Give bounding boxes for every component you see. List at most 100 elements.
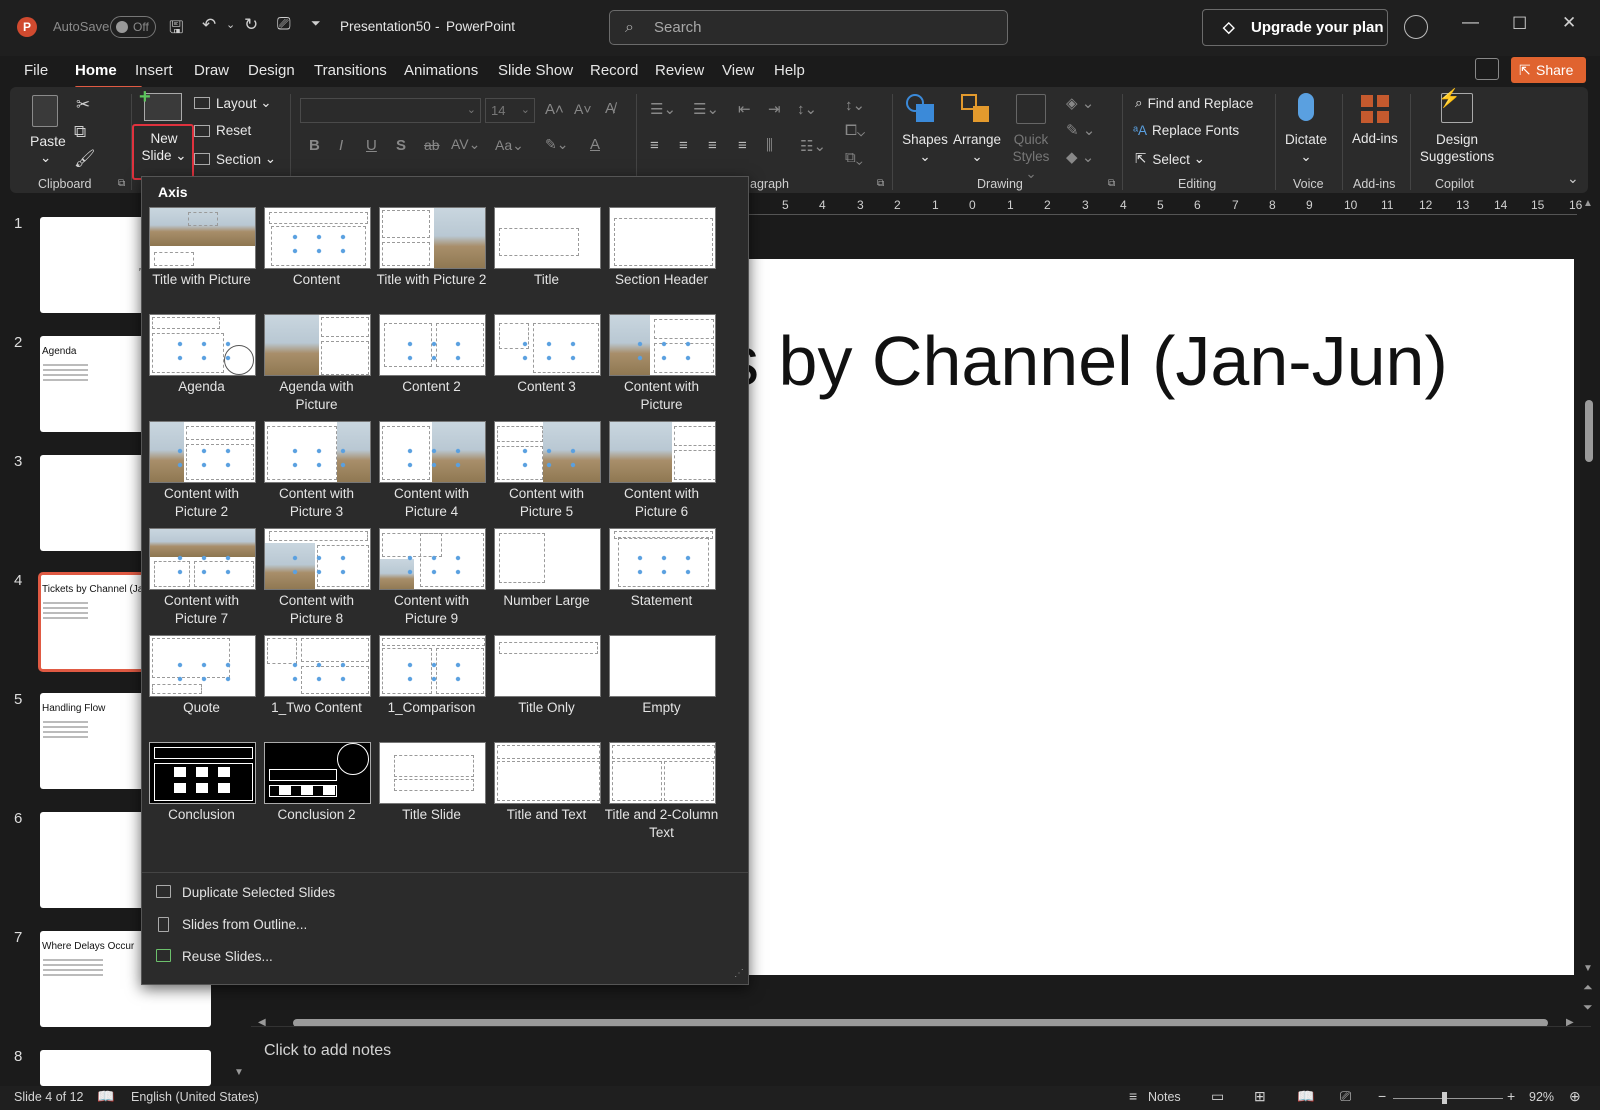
smartart-icon[interactable]: ⧉⌄ <box>845 149 863 166</box>
bold-icon[interactable]: B <box>309 137 320 154</box>
layout-option[interactable]: Title and Text <box>488 742 605 842</box>
previous-slide-icon[interactable]: ⏶ <box>1583 980 1593 995</box>
zoom-out-icon[interactable]: − <box>1378 1088 1386 1104</box>
tab-review[interactable]: Review <box>655 62 704 79</box>
comments-button[interactable] <box>1475 58 1499 80</box>
reading-view-icon[interactable]: 📖 <box>1297 1088 1314 1105</box>
design-suggestions-button[interactable]: Design Suggestions <box>1415 131 1499 165</box>
normal-view-icon[interactable]: ▭ <box>1211 1088 1224 1105</box>
italic-icon[interactable]: I <box>339 137 343 154</box>
tab-home[interactable]: Home <box>75 62 117 79</box>
select-button[interactable]: ⇱ Select ⌄ <box>1135 151 1205 167</box>
zoom-level[interactable]: 92% <box>1529 1090 1554 1104</box>
layout-option[interactable]: Empty <box>603 635 720 735</box>
autosave-toggle[interactable]: Off <box>110 16 156 38</box>
layout-option[interactable]: Content with Picture 6 <box>603 421 720 521</box>
layout-option[interactable]: Section Header <box>603 207 720 307</box>
layout-option[interactable]: Conclusion 2 <box>258 742 375 842</box>
numbering-icon[interactable]: ☰⌄ <box>693 100 719 118</box>
quick-styles-button[interactable]: Quick Styles ⌄ <box>1006 131 1056 182</box>
slide-sorter-icon[interactable]: ⊞ <box>1254 1088 1266 1105</box>
shape-outline-icon[interactable]: ✎ ⌄ <box>1066 121 1095 139</box>
reset-button[interactable]: Reset <box>194 123 251 138</box>
slide-thumbnail[interactable] <box>40 1050 211 1086</box>
upgrade-button[interactable]: ◇ Upgrade your plan <box>1202 9 1388 46</box>
notes-toggle-button[interactable]: Notes <box>1148 1090 1181 1104</box>
zoom-slider[interactable] <box>1393 1092 1503 1104</box>
highlight-icon[interactable]: ✎⌄ <box>545 136 568 153</box>
addins-button[interactable]: Add-ins <box>1352 131 1398 146</box>
layout-option[interactable]: Number Large <box>488 528 605 628</box>
layout-option[interactable]: Content with Picture 9 <box>373 528 490 628</box>
tab-view[interactable]: View <box>722 62 754 79</box>
shadow-icon[interactable]: S <box>396 137 406 154</box>
font-color-icon[interactable]: A <box>590 136 600 153</box>
customize-toolbar-icon[interactable]: ⏷ <box>311 16 321 31</box>
layout-option[interactable]: Content with Picture 2 <box>143 421 260 521</box>
thumb-scroll-down-icon[interactable]: ▼ <box>234 1067 244 1078</box>
paragraph-launcher-icon[interactable]: ⧉ <box>877 178 884 189</box>
reuse-slides[interactable]: Reuse Slides... <box>182 949 273 964</box>
redo-icon[interactable]: ↻ <box>244 15 258 35</box>
format-painter-icon[interactable]: 🖌 <box>74 149 96 169</box>
tab-file[interactable]: File <box>24 62 48 79</box>
bullets-icon[interactable]: ☰⌄ <box>650 100 676 118</box>
layout-option[interactable]: Content with Picture 8 <box>258 528 375 628</box>
slide-title[interactable]: Tickets by Channel (Jan-Jun) <box>740 321 1448 401</box>
increase-font-icon[interactable]: A˄ <box>545 101 564 118</box>
zoom-thumb[interactable] <box>1442 1092 1447 1104</box>
align-right-icon[interactable]: ≡ <box>708 137 717 154</box>
decrease-font-icon[interactable]: A˅ <box>574 101 592 117</box>
copy-icon[interactable]: ⧉ <box>74 122 86 142</box>
layout-button[interactable]: Layout ⌄ <box>194 95 272 111</box>
char-spacing-icon[interactable]: AV⌄ <box>451 136 480 153</box>
fit-to-window-icon[interactable]: ⊕ <box>1569 1088 1581 1105</box>
decrease-indent-icon[interactable]: ⇤ <box>738 100 751 118</box>
tab-animations[interactable]: Animations <box>404 62 478 79</box>
layout-option[interactable]: 1_Two Content <box>258 635 375 735</box>
scroll-down-icon[interactable]: ▼ <box>1583 963 1593 974</box>
drawing-launcher-icon[interactable]: ⧉ <box>1108 178 1115 189</box>
duplicate-selected-slides[interactable]: Duplicate Selected Slides <box>182 885 335 900</box>
layout-option[interactable]: Title with Picture 2 <box>373 207 490 307</box>
scroll-up-icon[interactable]: ▲ <box>1583 198 1593 209</box>
replace-fonts-button[interactable]: ᵃA Replace Fonts <box>1133 123 1239 138</box>
layout-option[interactable]: Quote <box>143 635 260 735</box>
layout-option[interactable]: Title <box>488 207 605 307</box>
minimize-icon[interactable]: — <box>1462 12 1479 32</box>
dictate-button[interactable]: Dictate ⌄ <box>1280 131 1332 165</box>
align-center-icon[interactable]: ≡ <box>679 137 688 154</box>
layout-option[interactable]: Title Only <box>488 635 605 735</box>
present-icon[interactable]: ⎚ <box>277 14 291 34</box>
change-case-icon[interactable]: Aa⌄ <box>495 137 524 154</box>
layout-option[interactable]: Content <box>258 207 375 307</box>
layout-option[interactable]: Content with Picture 7 <box>143 528 260 628</box>
tab-slide-show[interactable]: Slide Show <box>498 62 573 79</box>
undo-dropdown-icon[interactable]: ⌄ <box>226 18 235 31</box>
layout-option[interactable]: Content with Picture 5 <box>488 421 605 521</box>
arrange-button[interactable]: Arrange ⌄ <box>950 131 1004 165</box>
layout-option[interactable]: Title with Picture <box>143 207 260 307</box>
layout-option[interactable]: 1_Comparison <box>373 635 490 735</box>
layout-option[interactable]: Content with Picture 4 <box>373 421 490 521</box>
section-button[interactable]: Section ⌄ <box>194 151 276 167</box>
language-indicator[interactable]: English (United States) <box>131 1090 259 1104</box>
paste-dropdown-icon[interactable]: ⌄ <box>40 150 51 166</box>
layout-option[interactable]: Agenda <box>143 314 260 414</box>
tab-design[interactable]: Design <box>248 62 295 79</box>
font-name-box[interactable]: ⌄ <box>300 98 481 123</box>
layout-option[interactable]: Title Slide <box>373 742 490 842</box>
collapse-ribbon-icon[interactable]: ⌄ <box>1567 170 1579 187</box>
clipboard-launcher-icon[interactable]: ⧉ <box>118 178 125 189</box>
close-icon[interactable]: ✕ <box>1562 13 1576 33</box>
spellcheck-icon[interactable]: 📖 <box>97 1088 114 1105</box>
share-button[interactable]: Share ⇱ <box>1511 57 1586 83</box>
layout-option[interactable]: Content 3 <box>488 314 605 414</box>
maximize-icon[interactable]: ☐ <box>1512 14 1527 34</box>
tab-insert[interactable]: Insert <box>135 62 173 79</box>
tab-help[interactable]: Help <box>774 62 805 79</box>
tab-transitions[interactable]: Transitions <box>314 62 387 79</box>
layout-option[interactable]: Content with Picture 3 <box>258 421 375 521</box>
increase-indent-icon[interactable]: ⇥ <box>768 100 781 118</box>
layout-option[interactable]: Agenda with Picture <box>258 314 375 414</box>
